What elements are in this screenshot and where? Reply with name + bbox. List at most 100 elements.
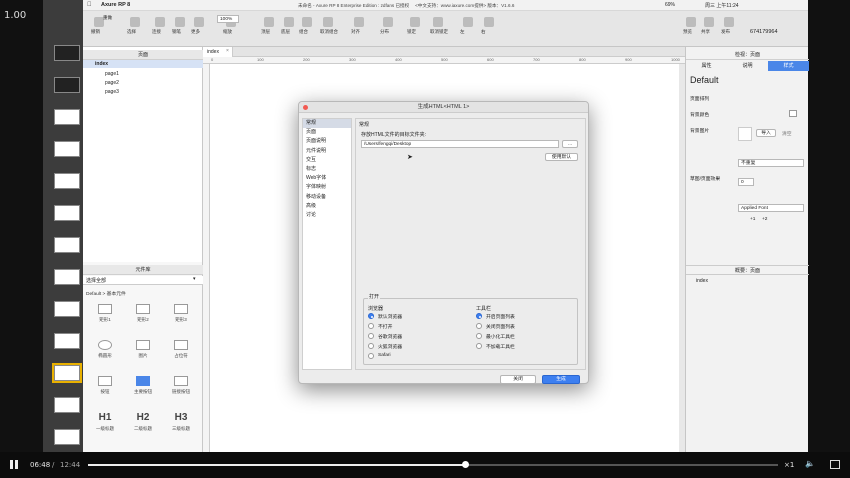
toolbar-ungroup-icon[interactable]: [323, 17, 333, 27]
import-button[interactable]: 导入: [756, 129, 776, 137]
toolbar-right-icon[interactable]: [484, 17, 494, 27]
slide-thumbnail[interactable]: [54, 141, 80, 157]
tab-notes[interactable]: 说明: [727, 61, 768, 71]
library-group[interactable]: Default > 基本元件: [86, 290, 126, 297]
generate-button[interactable]: 生成: [542, 375, 580, 384]
rate-button[interactable]: ×1: [784, 461, 794, 469]
pause-icon[interactable]: [10, 460, 13, 469]
close-icon[interactable]: [303, 105, 308, 110]
folder-input[interactable]: /Users/fengqi/Desktop: [361, 140, 559, 148]
user-label[interactable]: 674179964: [750, 29, 778, 35]
tab-index[interactable]: index ×: [203, 47, 233, 57]
toolbar-left-icon[interactable]: [463, 17, 473, 27]
toolbar-pen-icon[interactable]: [175, 17, 185, 27]
slide-thumbnail[interactable]: [54, 397, 80, 413]
toolbar-more-icon[interactable]: [194, 17, 204, 27]
slide-thumbnail[interactable]: [52, 363, 82, 383]
toolbar-publish-icon[interactable]: [724, 17, 734, 27]
progress-track[interactable]: [88, 461, 778, 468]
progress-knob[interactable]: [461, 461, 469, 468]
clock[interactable]: 周三 上午11:24: [705, 2, 739, 9]
app-name[interactable]: Axure RP 8: [101, 2, 130, 8]
widget-item[interactable]: 按钮: [87, 376, 123, 395]
bg-image-preview[interactable]: [738, 127, 752, 141]
apple-icon[interactable]: : [87, 2, 93, 8]
toolbar-lock-icon[interactable]: [410, 17, 420, 27]
toolbar-align-icon[interactable]: [354, 17, 364, 27]
widget-item[interactable]: 图片: [125, 340, 161, 359]
bg-color-swatch[interactable]: [789, 110, 797, 117]
widget-item[interactable]: 椭圆形: [87, 340, 123, 359]
page-item-page1[interactable]: page1: [105, 71, 119, 77]
widget-item[interactable]: 链接按钮: [163, 376, 199, 395]
slide-thumbnail[interactable]: [54, 333, 80, 349]
playback-speed[interactable]: 1.00: [4, 10, 26, 21]
nav-item[interactable]: 高级: [303, 202, 351, 211]
font-plus1[interactable]: +1: [750, 217, 755, 222]
radio-toolbar[interactable]: [476, 313, 482, 319]
widget-item[interactable]: 占位符: [163, 340, 199, 359]
redo-label[interactable]: 重做: [103, 15, 112, 21]
style-name[interactable]: Default: [690, 75, 719, 85]
sketch-input[interactable]: 0: [738, 178, 754, 186]
outline-item[interactable]: index: [696, 278, 708, 284]
radio-toolbar[interactable]: [476, 333, 482, 339]
browse-button[interactable]: ...: [562, 140, 578, 148]
slide-thumbnail[interactable]: [54, 205, 80, 221]
nav-item[interactable]: 移动设备: [303, 193, 351, 202]
nav-item[interactable]: 元件说明: [303, 147, 351, 156]
font-select[interactable]: Applied Font: [738, 204, 804, 212]
nav-item[interactable]: Web字体: [303, 174, 351, 183]
slide-thumbnail[interactable]: [54, 77, 80, 93]
slide-thumbnail[interactable]: [54, 429, 80, 445]
toolbar-share-icon[interactable]: [704, 17, 714, 27]
widget-item[interactable]: 矩形1: [87, 304, 123, 323]
nav-item[interactable]: 常规: [303, 119, 351, 129]
radio-browser[interactable]: [368, 333, 374, 339]
radio-browser[interactable]: [368, 343, 374, 349]
use-default-button[interactable]: 使用默认: [545, 153, 578, 161]
slide-thumbnail[interactable]: [54, 269, 80, 285]
toolbar-distribute-icon[interactable]: [383, 17, 393, 27]
close-icon[interactable]: ×: [226, 48, 229, 54]
toolbar-unlock-icon[interactable]: [433, 17, 443, 27]
repeat-select[interactable]: 不重复: [738, 159, 804, 167]
toolbar-preview-icon[interactable]: [686, 17, 696, 27]
slide-thumbnail[interactable]: [54, 301, 80, 317]
page-item-page2[interactable]: page2: [105, 80, 119, 86]
tab-style[interactable]: 样式: [768, 61, 809, 71]
slide-thumbnail[interactable]: [54, 45, 80, 61]
zoom-select[interactable]: 100%: [217, 15, 239, 23]
toolbar-top-icon[interactable]: [264, 17, 274, 27]
page-item-index[interactable]: index: [83, 60, 203, 68]
page-item-page3[interactable]: page3: [105, 89, 119, 95]
toolbar-group-icon[interactable]: [302, 17, 312, 27]
nav-item[interactable]: 字体映射: [303, 183, 351, 192]
slide-thumbnail[interactable]: [54, 173, 80, 189]
radio-browser[interactable]: [368, 323, 374, 329]
tab-properties[interactable]: 属性: [686, 61, 727, 71]
nav-item[interactable]: 页面说明: [303, 137, 351, 146]
nav-item[interactable]: 讨论: [303, 211, 351, 220]
radio-toolbar[interactable]: [476, 323, 482, 329]
widget-item[interactable]: H1 一级标题: [87, 412, 123, 432]
radio-toolbar[interactable]: [476, 343, 482, 349]
widget-item[interactable]: H2 二级标题: [125, 412, 161, 432]
radio-browser[interactable]: [368, 313, 374, 319]
nav-item[interactable]: 标志: [303, 165, 351, 174]
library-select[interactable]: 选择全部 ▾: [83, 276, 203, 285]
slide-thumbnail[interactable]: [54, 237, 80, 253]
slide-thumbnail[interactable]: [54, 109, 80, 125]
widget-item[interactable]: 矩形3: [163, 304, 199, 323]
nav-item[interactable]: 页面: [303, 128, 351, 137]
font-plus2[interactable]: +2: [762, 217, 767, 222]
close-button[interactable]: 关闭: [500, 375, 536, 384]
clear-button[interactable]: 清空: [782, 130, 792, 137]
widget-item[interactable]: 矩形2: [125, 304, 161, 323]
widget-item[interactable]: 主要按钮: [125, 376, 161, 395]
nav-item[interactable]: 交互: [303, 156, 351, 165]
radio-browser[interactable]: [368, 353, 374, 359]
toolbar-connect-icon[interactable]: [155, 17, 165, 27]
volume-icon[interactable]: 🔈: [805, 459, 815, 468]
fullscreen-icon[interactable]: [830, 460, 840, 469]
